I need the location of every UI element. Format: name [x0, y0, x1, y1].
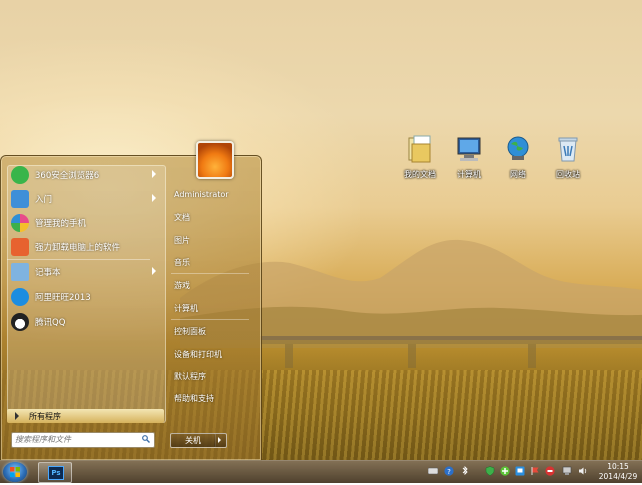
right-item-help-support[interactable]: 帮助和支持	[174, 393, 214, 404]
notepad-icon	[11, 263, 29, 281]
right-item-devices-printers[interactable]: 设备和打印机	[174, 349, 222, 360]
computer-icon	[457, 137, 481, 161]
start-menu: 360安全浏览器6 入门 管理我的手机 强力卸载电脑上的软件 记事本 阿里旺旺2…	[0, 141, 262, 461]
pinned-item-360-browser[interactable]: 360安全浏览器6	[9, 164, 162, 186]
taskbar-app-photoshop[interactable]: Ps	[38, 462, 72, 483]
security-shield-icon[interactable]	[485, 466, 495, 476]
arrow-right-icon	[15, 412, 19, 420]
desktop-icon-label: 回收站	[556, 170, 580, 179]
pinned-item-label: 记事本	[35, 268, 61, 278]
pinned-item-label: 强力卸载电脑上的软件	[35, 243, 121, 253]
photoshop-icon: Ps	[48, 466, 64, 480]
pinned-item-label: 阿里旺旺2013	[35, 293, 91, 303]
keyboard-icon[interactable]	[428, 466, 438, 476]
right-item-music[interactable]: 音乐	[174, 257, 190, 268]
shutdown-button[interactable]: 关机	[170, 433, 216, 448]
windows-logo-icon	[10, 467, 20, 477]
shutdown-options-button[interactable]	[214, 433, 227, 448]
documents-folder-icon	[408, 135, 431, 163]
pinned-item-uninstaller[interactable]: 强力卸载电脑上的软件	[9, 236, 162, 258]
qq-penguin-icon	[11, 313, 29, 331]
right-item-pictures[interactable]: 图片	[174, 235, 190, 246]
flag-icon[interactable]	[530, 466, 540, 476]
getting-started-icon	[11, 190, 29, 208]
pinned-item-qq[interactable]: 腾讯QQ	[9, 311, 162, 333]
uninstaller-icon	[11, 238, 29, 256]
aliwangwang-icon	[11, 288, 29, 306]
menu-separator	[171, 273, 249, 274]
all-programs-label: 所有程序	[29, 412, 61, 421]
clock-time: 10:15	[607, 462, 629, 471]
phone-manager-icon	[11, 214, 29, 232]
right-item-control-panel[interactable]: 控制面板	[174, 326, 206, 337]
recycle-bin-icon	[558, 137, 578, 162]
pinned-item-label: 入门	[35, 195, 53, 205]
volume-icon[interactable]	[578, 466, 588, 476]
pinned-item-notepad[interactable]: 记事本	[9, 261, 162, 283]
arrow-right-icon	[218, 437, 221, 443]
submenu-arrow-icon[interactable]	[152, 194, 156, 202]
submenu-arrow-icon[interactable]	[152, 267, 156, 275]
user-picture-avatar[interactable]	[196, 141, 234, 179]
menu-separator	[171, 319, 249, 320]
pinned-item-aliwangwang[interactable]: 阿里旺旺2013	[9, 286, 162, 308]
all-programs-button[interactable]: 所有程序	[7, 409, 164, 423]
stop-icon[interactable]	[545, 466, 555, 476]
help-icon[interactable]: ?	[444, 466, 454, 476]
network-globe-icon	[507, 136, 529, 160]
desktop-icon-label: 我的文档	[404, 170, 436, 179]
network-monitor-icon[interactable]	[562, 466, 572, 476]
desktop-icon-computer[interactable]: 计算机	[449, 134, 489, 180]
pinned-item-phone-manager[interactable]: 管理我的手机	[9, 212, 162, 234]
search-box[interactable]	[11, 432, 155, 448]
desktop-icon-label: 计算机	[457, 170, 481, 179]
right-item-games[interactable]: 游戏	[174, 280, 190, 291]
clock-date: 2014/4/29	[598, 472, 638, 481]
svg-text:?: ?	[447, 468, 451, 476]
network-icon[interactable]	[515, 466, 525, 476]
bluetooth-icon[interactable]	[460, 466, 470, 476]
360-browser-icon	[11, 166, 29, 184]
pinned-item-getting-started[interactable]: 入门	[9, 188, 162, 210]
desktop-icon-documents[interactable]: 我的文档	[400, 134, 440, 180]
menu-separator	[7, 259, 150, 260]
desktop-icon-network[interactable]: 网络	[498, 134, 538, 180]
right-item-user[interactable]: Administrator	[174, 190, 229, 199]
submenu-arrow-icon[interactable]	[152, 170, 156, 178]
right-item-default-programs[interactable]: 默认程序	[174, 371, 206, 382]
right-item-documents[interactable]: 文档	[174, 212, 190, 223]
right-item-computer[interactable]: 计算机	[174, 303, 198, 314]
desktop-icon-label: 网络	[510, 170, 526, 179]
pinned-item-label: 360安全浏览器6	[35, 171, 100, 181]
desktop-icon-recycle-bin[interactable]: 回收站	[548, 134, 588, 180]
pinned-item-label: 腾讯QQ	[35, 318, 66, 328]
taskbar: Ps ? 10:15 2014/4/29	[0, 460, 642, 483]
search-input[interactable]	[15, 433, 135, 446]
green-plus-icon[interactable]	[500, 466, 510, 476]
start-button[interactable]	[3, 462, 27, 482]
search-icon[interactable]	[142, 435, 150, 443]
system-clock[interactable]: 10:15 2014/4/29	[596, 462, 640, 482]
pinned-item-label: 管理我的手机	[35, 219, 87, 229]
